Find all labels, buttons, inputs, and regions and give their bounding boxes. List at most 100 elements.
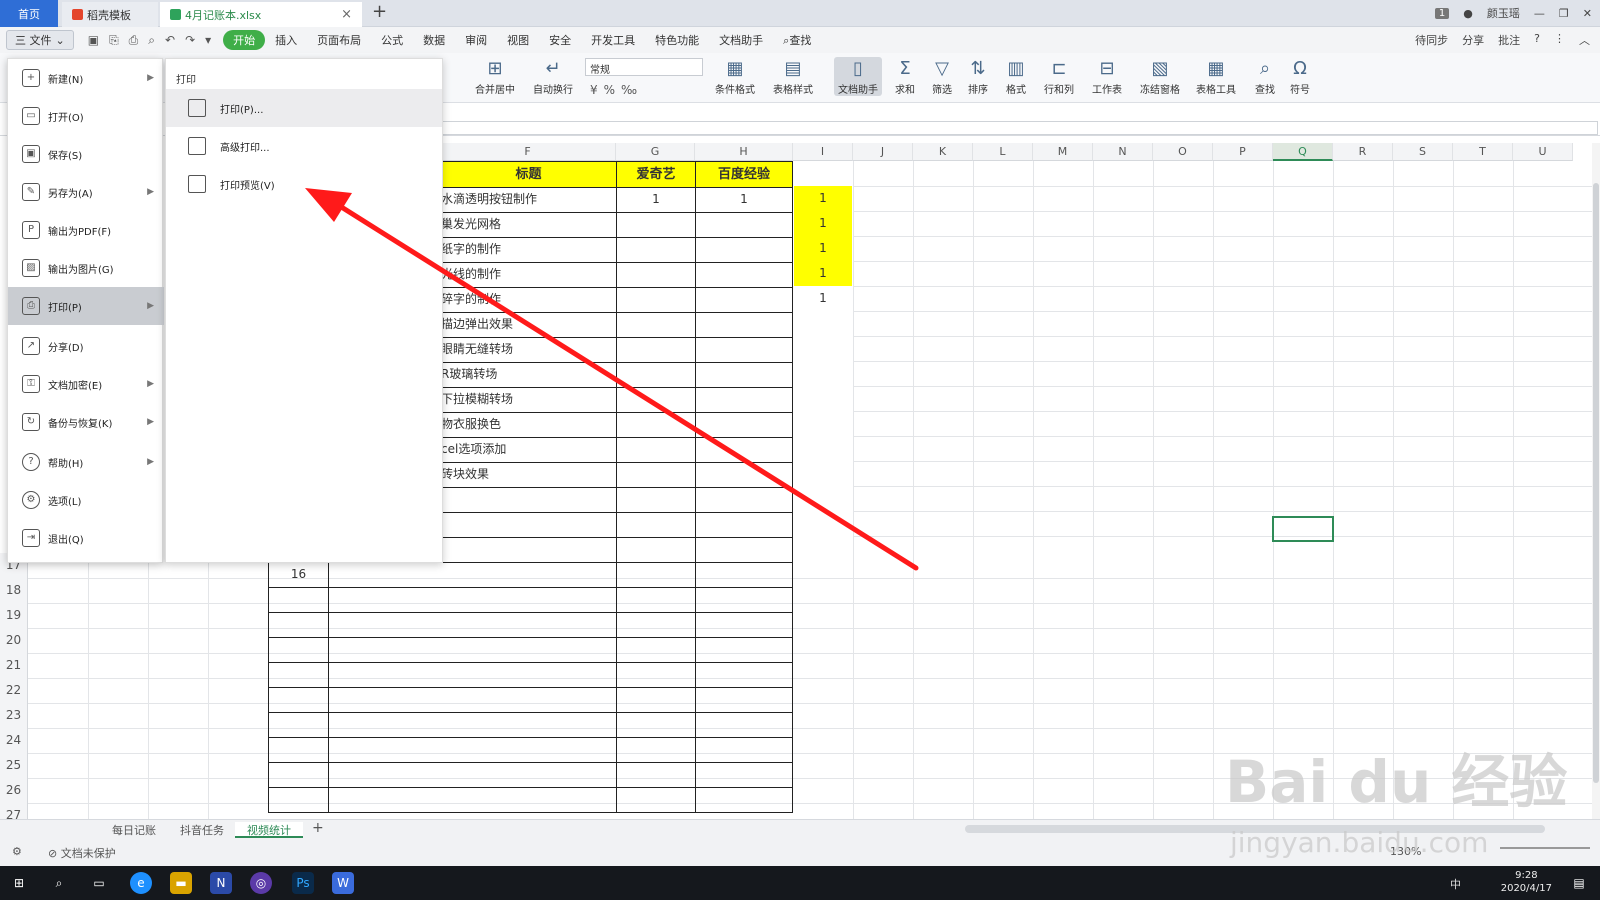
sort-button[interactable]: ⇅ 排序 xyxy=(968,57,988,96)
col-header-h[interactable]: H xyxy=(695,143,793,161)
row-header-25[interactable]: 25 xyxy=(0,753,28,778)
cell-g-value[interactable]: 1 xyxy=(617,187,695,212)
header-baidu[interactable]: 百度经验 xyxy=(696,162,792,187)
print-icon[interactable]: ⎙ xyxy=(129,33,139,48)
redo-icon[interactable]: ↷ xyxy=(185,33,195,48)
cell-i-value[interactable]: 1 xyxy=(794,186,852,211)
windows-start-icon[interactable]: ⊞ xyxy=(8,872,30,894)
app-icon[interactable]: N xyxy=(210,872,232,894)
menu-insert[interactable]: 插入 xyxy=(265,32,307,48)
row-header-19[interactable]: 19 xyxy=(0,603,28,628)
number-format-tools[interactable]: ¥%‰ xyxy=(590,83,643,97)
more-options-icon[interactable]: ⋮ xyxy=(1554,32,1565,48)
ime-indicator[interactable]: 中 xyxy=(1450,876,1461,892)
format-button[interactable]: ▥ 格式 xyxy=(1006,57,1026,96)
file-menu-button[interactable]: 三 文件 ⌄ xyxy=(6,30,74,50)
row-header-21[interactable]: 21 xyxy=(0,653,28,678)
col-header-o[interactable]: O xyxy=(1153,143,1213,161)
header-title[interactable]: 标题 xyxy=(441,162,616,187)
title-cell[interactable]: R玻璃转场 xyxy=(441,362,497,387)
user-name[interactable]: 颜玉瑶 xyxy=(1487,5,1520,21)
sheet-tab-douyin[interactable]: 抖音任务 xyxy=(168,822,236,838)
row-header-24[interactable]: 24 xyxy=(0,728,28,753)
menu-new[interactable]: + 新建(N) ▶ xyxy=(8,59,164,97)
col-header-p[interactable]: P xyxy=(1213,143,1273,161)
vertical-scrollbar[interactable] xyxy=(1592,143,1600,819)
row-header-27[interactable]: 27 xyxy=(0,803,28,819)
close-window-icon[interactable]: ✕ xyxy=(1583,7,1592,20)
col-header-r[interactable]: R xyxy=(1333,143,1393,161)
task-view-icon[interactable]: ▭ xyxy=(88,872,110,894)
title-cell[interactable]: 纸字的制作 xyxy=(441,237,501,262)
folder-icon[interactable]: ▬ xyxy=(170,872,192,894)
title-cell[interactable]: 巢发光网格 xyxy=(441,212,501,237)
menu-options[interactable]: ⚙ 选项(L) xyxy=(8,481,164,519)
cell-row-number[interactable]: 16 xyxy=(269,562,328,587)
baidu-netdisk-icon[interactable]: ◎ xyxy=(250,872,272,894)
menu-formula[interactable]: 公式 xyxy=(371,32,413,48)
title-cell[interactable]: 物衣服换色 xyxy=(441,412,501,437)
save-icon[interactable]: ▣ xyxy=(88,33,99,48)
cell-i-value[interactable]: 1 xyxy=(794,211,852,236)
menu-docassist[interactable]: 文档助手 xyxy=(709,32,773,48)
macro-icon[interactable]: ⚙ xyxy=(12,845,22,858)
minimize-icon[interactable]: — xyxy=(1534,7,1545,20)
menu-review[interactable]: 审阅 xyxy=(455,32,497,48)
cell-h-value[interactable]: 1 xyxy=(696,187,792,212)
menu-devtools[interactable]: 开发工具 xyxy=(581,32,645,48)
filter-button[interactable]: ▽ 筛选 xyxy=(932,57,952,96)
title-cell[interactable]: 眼睛无缝转场 xyxy=(441,337,513,362)
menu-features[interactable]: 特色功能 xyxy=(645,32,709,48)
table-tools-button[interactable]: ▦ 表格工具 xyxy=(1196,57,1236,96)
menu-data[interactable]: 数据 xyxy=(413,32,455,48)
export-icon[interactable]: ⎘ xyxy=(109,33,119,48)
wps-icon[interactable]: W xyxy=(332,872,354,894)
title-cell[interactable]: 水滴透明按钮制作 xyxy=(441,187,537,212)
tab-template[interactable]: 稻壳模板 xyxy=(62,2,158,27)
worksheet-button[interactable]: ⊟ 工作表 xyxy=(1092,57,1122,96)
title-cell[interactable]: cel选项添加 xyxy=(441,437,506,462)
number-format-select[interactable]: 常规 xyxy=(585,58,703,76)
undo-icon[interactable]: ↶ xyxy=(165,33,175,48)
protect-status[interactable]: ⊘ 文档未保护 xyxy=(48,845,116,861)
menu-save-as[interactable]: ✎ 另存为(A) ▶ xyxy=(8,173,164,211)
menu-security[interactable]: 安全 xyxy=(539,32,581,48)
cell-i-value[interactable]: 1 xyxy=(794,286,852,311)
submenu-print[interactable]: 打印(P)... xyxy=(166,89,442,127)
menu-start[interactable]: 开始 xyxy=(223,30,266,50)
window-count-badge[interactable]: 1 xyxy=(1434,7,1450,19)
col-header-f[interactable]: F xyxy=(440,143,616,161)
title-cell[interactable]: 描边弹出效果 xyxy=(441,312,513,337)
clock[interactable]: 9:28 2020/4/17 xyxy=(1501,869,1552,895)
new-tab-button[interactable]: + xyxy=(372,1,387,22)
row-header-20[interactable]: 20 xyxy=(0,628,28,653)
browser-icon[interactable]: e xyxy=(130,872,152,894)
restore-icon[interactable]: ❐ xyxy=(1559,7,1569,20)
preview-icon[interactable]: ⌕ xyxy=(148,33,155,48)
zoom-slider[interactable] xyxy=(1500,847,1590,849)
col-header-g[interactable]: G xyxy=(616,143,695,161)
header-iqiyi[interactable]: 爱奇艺 xyxy=(617,162,695,187)
row-header-23[interactable]: 23 xyxy=(0,703,28,728)
doc-assistant-button[interactable]: ▯ 文档助手 xyxy=(834,57,882,96)
menu-backup[interactable]: ↻ 备份与恢复(K) ▶ xyxy=(8,403,164,441)
avatar[interactable]: ● xyxy=(1463,7,1473,20)
col-header-m[interactable]: M xyxy=(1033,143,1093,161)
col-header-k[interactable]: K xyxy=(913,143,973,161)
table-style-button[interactable]: ▤ 表格样式 xyxy=(773,57,813,96)
row-header-26[interactable]: 26 xyxy=(0,778,28,803)
menu-layout[interactable]: 页面布局 xyxy=(307,32,371,48)
share-button[interactable]: 分享 xyxy=(1462,32,1484,48)
title-cell[interactable]: 光线的制作 xyxy=(441,262,501,287)
freeze-panes-button[interactable]: ▧ 冻结窗格 xyxy=(1140,57,1180,96)
merge-center-button[interactable]: ⊞ 合并居中 xyxy=(475,57,515,96)
menu-view[interactable]: 视图 xyxy=(497,32,539,48)
col-header-s[interactable]: S xyxy=(1393,143,1453,161)
scroll-thumb[interactable] xyxy=(1593,183,1599,783)
menu-save[interactable]: ▣ 保存(S) xyxy=(8,135,164,173)
menu-share[interactable]: ↗ 分享(D) xyxy=(8,327,164,365)
col-header-n[interactable]: N xyxy=(1093,143,1153,161)
more-icon[interactable]: ▾ xyxy=(205,33,211,48)
col-header-u[interactable]: U xyxy=(1513,143,1573,161)
help-icon[interactable]: ? xyxy=(1534,32,1540,48)
